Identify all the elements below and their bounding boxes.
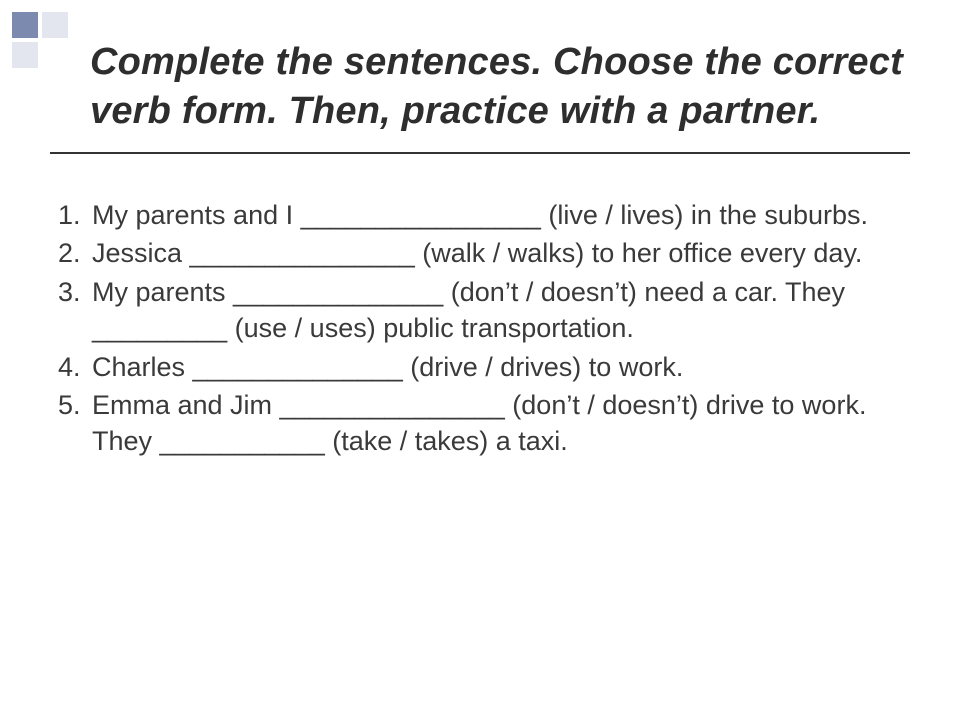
item-text: Jessica _______________ (walk / walks) t… — [92, 235, 910, 271]
decoration-square — [12, 42, 38, 68]
corner-decoration — [12, 12, 72, 72]
item-number: 5. — [58, 387, 92, 460]
exercise-item: 2. Jessica _______________ (walk / walks… — [58, 235, 910, 271]
exercise-content: 1. My parents and I ________________ (li… — [58, 197, 910, 460]
decoration-square — [42, 12, 68, 38]
item-number: 3. — [58, 274, 92, 347]
exercise-item: 3. My parents ______________ (don’t / do… — [58, 274, 910, 347]
item-number: 4. — [58, 349, 92, 385]
exercise-item: 5. Emma and Jim _______________ (don’t /… — [58, 387, 910, 460]
item-number: 2. — [58, 235, 92, 271]
exercise-item: 1. My parents and I ________________ (li… — [58, 197, 910, 233]
title-divider — [50, 152, 910, 154]
item-text: Charles ______________ (drive / drives) … — [92, 349, 910, 385]
exercise-item: 4. Charles ______________ (drive / drive… — [58, 349, 910, 385]
slide: Complete the sentences. Choose the corre… — [0, 0, 960, 720]
item-text: My parents and I ________________ (live … — [92, 197, 910, 233]
slide-title: Complete the sentences. Choose the corre… — [90, 38, 910, 137]
item-number: 1. — [58, 197, 92, 233]
item-text: Emma and Jim _______________ (don’t / do… — [92, 387, 910, 460]
item-text: My parents ______________ (don’t / doesn… — [92, 274, 910, 347]
decoration-square — [12, 12, 38, 38]
